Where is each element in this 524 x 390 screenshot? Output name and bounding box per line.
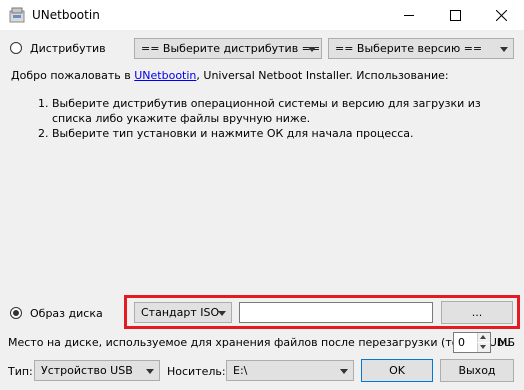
step-text: Выберите тип установки и нажмите ОК для … bbox=[52, 127, 414, 140]
image-path-input[interactable] bbox=[239, 302, 433, 323]
minimize-button[interactable] bbox=[386, 0, 432, 30]
window-title: UNetbootin bbox=[32, 8, 100, 22]
media-value: E:\ bbox=[233, 364, 248, 377]
media-label: Носитель: bbox=[167, 365, 226, 378]
chevron-down-icon bbox=[340, 369, 348, 374]
version-select-value: == Выберите версию == bbox=[335, 42, 483, 55]
install-type-select[interactable]: Устройство USB bbox=[34, 360, 160, 381]
instructions-list: 1. Выберите дистрибутив операционной сис… bbox=[38, 96, 508, 141]
step-number: 1. bbox=[38, 97, 49, 110]
ok-button[interactable]: OK bbox=[361, 359, 433, 382]
close-icon bbox=[495, 9, 507, 21]
step-text: Выберите дистрибутив операционной систем… bbox=[52, 97, 481, 125]
ok-button-label: OK bbox=[389, 364, 405, 377]
intro-text: Добро пожаловать в UNetbootin, Universal… bbox=[11, 69, 449, 82]
chevron-down-icon bbox=[146, 369, 154, 374]
image-type-select[interactable]: Стандарт ISO bbox=[134, 302, 232, 323]
space-spinbox[interactable]: 0 bbox=[453, 332, 491, 353]
unetbootin-app-icon bbox=[9, 7, 25, 23]
maximize-button[interactable] bbox=[432, 0, 478, 30]
unetbootin-link[interactable]: UNetbootin bbox=[134, 69, 196, 82]
chevron-down-icon bbox=[218, 311, 226, 316]
disk-image-radio[interactable] bbox=[10, 307, 22, 319]
chevron-down-icon bbox=[308, 47, 316, 52]
instruction-step: 1. Выберите дистрибутив операционной сис… bbox=[38, 96, 508, 126]
spin-down-icon[interactable] bbox=[477, 343, 490, 352]
media-select[interactable]: E:\ bbox=[226, 360, 354, 381]
instruction-step: 2. Выберите тип установки и нажмите ОК д… bbox=[38, 126, 508, 141]
distro-radio-label: Дистрибутив bbox=[30, 42, 106, 55]
exit-button[interactable]: Выход bbox=[440, 359, 514, 382]
disk-image-radio-label: Образ диска bbox=[30, 307, 103, 320]
space-unit: МБ bbox=[498, 336, 516, 349]
install-type-value: Устройство USB bbox=[41, 364, 133, 377]
step-number: 2. bbox=[38, 127, 49, 140]
intro-suffix: , Universal Netboot Installer. Использов… bbox=[196, 69, 449, 82]
space-value: 0 bbox=[458, 336, 465, 349]
distribution-select-value: == Выберите дистрибутив == bbox=[141, 42, 321, 55]
browse-button[interactable]: ... bbox=[441, 301, 513, 324]
distribution-select[interactable]: == Выберите дистрибутив == bbox=[134, 38, 322, 59]
version-select[interactable]: == Выберите версию == bbox=[328, 38, 514, 59]
title-bar: UNetbootin bbox=[0, 0, 524, 30]
spin-up-icon[interactable] bbox=[477, 333, 490, 342]
exit-button-label: Выход bbox=[458, 364, 496, 377]
close-button[interactable] bbox=[478, 0, 524, 30]
space-label: Место на диске, используемое для хранени… bbox=[8, 336, 511, 349]
image-type-value: Стандарт ISO bbox=[141, 306, 220, 319]
intro-prefix: Добро пожаловать в bbox=[11, 69, 135, 82]
distro-radio[interactable] bbox=[10, 42, 22, 54]
type-label: Тип: bbox=[8, 365, 33, 378]
browse-button-label: ... bbox=[471, 306, 483, 319]
chevron-down-icon bbox=[500, 47, 508, 52]
